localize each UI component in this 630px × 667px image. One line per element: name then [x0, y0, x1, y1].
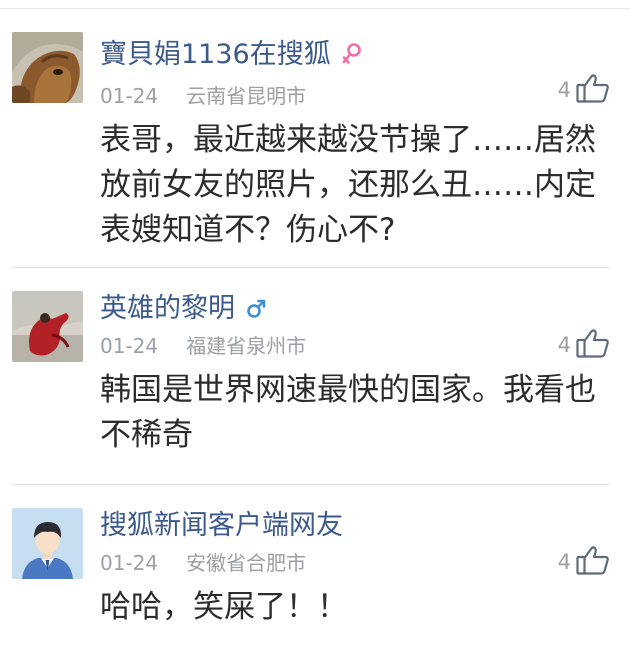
user-avatar[interactable] — [12, 32, 83, 103]
comment-location: 云南省昆明市 — [186, 84, 307, 108]
comment-text: 哈哈，笑屎了！！ — [100, 589, 348, 625]
female-symbol-icon — [341, 41, 363, 75]
username-text: 寶貝娟1136在搜狐 — [100, 39, 331, 70]
comment-location: 安徽省合肥市 — [186, 551, 307, 575]
like-button[interactable]: 4 — [558, 71, 610, 103]
comment-meta: 01-24 安徽省合肥市 — [100, 550, 306, 576]
thumbs-up-icon — [576, 73, 610, 103]
male-symbol-icon — [245, 295, 267, 329]
comment-date: 01-24 — [100, 334, 159, 358]
comment-item: 寶貝娟1136在搜狐 01-24 云南省昆明市 4 表哥，最近越来越没节操了……居… — [12, 9, 610, 267]
comment-text: 表哥，最近越来越没节操了……居然放前女友的照片，还那么丑……内定表嫂知道不？伤心… — [100, 122, 596, 248]
thumbs-up-icon — [576, 328, 610, 358]
comment-location: 福建省泉州市 — [186, 334, 307, 358]
comment-date: 01-24 — [100, 84, 159, 108]
lion-photo-avatar — [12, 32, 83, 103]
comment-text: 韩国是世界网速最快的国家。我看也不稀奇 — [100, 372, 596, 453]
comment-meta: 01-24 福建省泉州市 — [100, 333, 306, 359]
like-button[interactable]: 4 — [558, 543, 610, 575]
thumbs-up-icon — [576, 545, 610, 575]
comment-date: 01-24 — [100, 551, 159, 575]
username[interactable]: 寶貝娟1136在搜狐 — [100, 38, 363, 75]
username-text: 英雄的黎明 — [100, 293, 235, 324]
like-count: 4 — [557, 78, 571, 102]
top-divider — [0, 0, 630, 9]
like-button[interactable]: 4 — [558, 326, 610, 358]
comment-item: 搜狐新闻客户端网友 01-24 安徽省合肥市 4 哈哈，笑屎了！！ — [12, 484, 610, 655]
user-avatar[interactable] — [12, 508, 83, 579]
username-text: 搜狐新闻客户端网友 — [100, 510, 343, 541]
username[interactable]: 搜狐新闻客户端网友 — [100, 509, 343, 543]
comment-item: 英雄的黎明 01-24 福建省泉州市 4 韩国是世界网速最快的国家。我看也不稀奇 — [12, 267, 610, 484]
like-count: 4 — [557, 550, 571, 574]
like-count: 4 — [557, 333, 571, 357]
comment-list: 寶貝娟1136在搜狐 01-24 云南省昆明市 4 表哥，最近越来越没节操了……居… — [0, 9, 630, 655]
username[interactable]: 英雄的黎明 — [100, 292, 267, 329]
default-user-avatar — [12, 508, 83, 579]
comment-meta: 01-24 云南省昆明市 — [100, 83, 306, 109]
red-figure-photo-avatar — [12, 291, 83, 362]
user-avatar[interactable] — [12, 291, 83, 362]
